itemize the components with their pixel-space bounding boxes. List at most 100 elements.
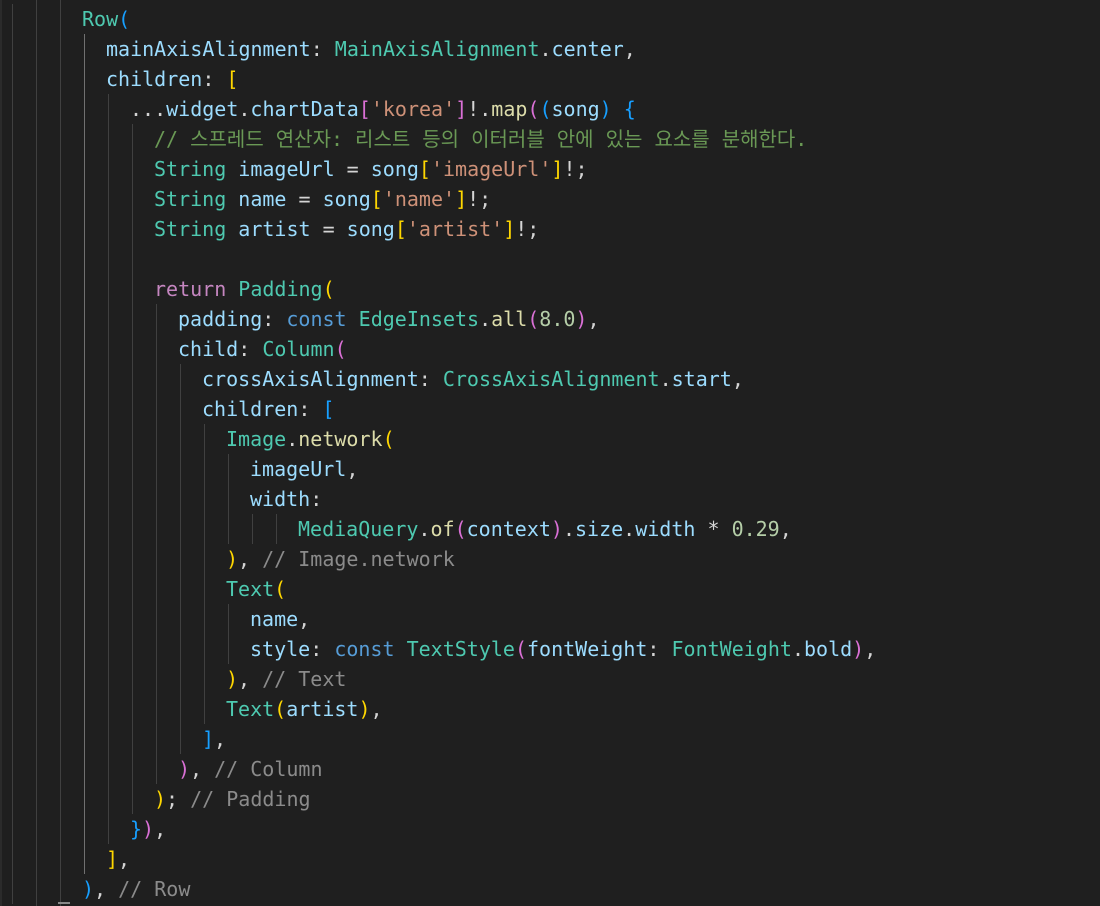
code-token: . — [238, 97, 251, 121]
code-line[interactable]: Text( — [226, 574, 286, 604]
code-line[interactable]: children: [ — [202, 394, 334, 424]
code-line[interactable]: ), // Row — [82, 874, 190, 904]
code-token: ) — [575, 307, 588, 331]
code-token: . — [479, 307, 492, 331]
code-token: . — [623, 517, 636, 541]
code-line[interactable]: ], — [202, 724, 226, 754]
code-line[interactable]: ), // Column — [178, 754, 323, 784]
code-line[interactable]: String name = song['name']!; — [154, 184, 491, 214]
indent-guide-line — [204, 424, 205, 724]
code-line[interactable]: }), — [130, 814, 166, 844]
code-line[interactable]: // 스프레드 연산자: 리스트 등의 이터러블 안에 있는 요소를 분해한다. — [154, 124, 807, 154]
code-token: : — [262, 307, 287, 331]
code-line[interactable]: ], — [106, 844, 130, 874]
code-line[interactable]: width: — [250, 484, 322, 514]
code-line[interactable]: style: const TextStyle(fontWeight: FontW… — [250, 634, 876, 664]
code-token: bold — [803, 637, 853, 661]
code-token: 'name' — [382, 187, 456, 211]
code-token: chartData — [250, 97, 359, 121]
code-line[interactable]: ...widget.chartData['korea']!.map((song)… — [130, 94, 636, 124]
code-token: , — [779, 517, 792, 541]
code-editor[interactable]: Row(mainAxisAlignment: MainAxisAlignment… — [0, 0, 1100, 906]
code-token: : — [418, 367, 443, 391]
code-token: ) — [142, 817, 155, 841]
code-token: mainAxisAlignment — [106, 37, 311, 61]
code-token: ) — [599, 97, 612, 121]
code-token: , — [94, 877, 119, 901]
code-token: // Text — [262, 667, 347, 691]
code-token: = — [334, 157, 371, 181]
code-token: , — [118, 847, 131, 871]
code-token: , — [370, 697, 383, 721]
code-token: name — [238, 187, 287, 211]
code-token: ) — [154, 787, 167, 811]
code-line[interactable]: padding: const EdgeInsets.all(8.0), — [178, 304, 600, 334]
code-token: ( — [334, 337, 347, 361]
code-token: size — [575, 517, 624, 541]
code-line[interactable]: ), // Image.network — [226, 544, 455, 574]
code-token: [ — [322, 397, 335, 421]
code-token: ; — [166, 787, 191, 811]
code-line[interactable]: String artist = song['artist']!; — [154, 214, 539, 244]
code-token: : — [310, 487, 323, 511]
code-token: Padding — [238, 277, 323, 301]
code-token: !; — [515, 217, 540, 241]
code-line[interactable]: MediaQuery.of(context).size.width * 0.29… — [298, 514, 792, 544]
indent-guide-line — [276, 514, 277, 544]
code-token: song — [346, 217, 395, 241]
code-token: ( — [539, 97, 552, 121]
code-token: Image — [226, 427, 287, 451]
code-token: ) — [550, 517, 563, 541]
indent-guide-line — [228, 454, 229, 544]
indent-guide-line — [12, 4, 13, 904]
code-token: all — [491, 307, 528, 331]
code-token: ] — [551, 157, 564, 181]
code-token: : — [298, 397, 323, 421]
code-token: widget — [166, 97, 239, 121]
code-line[interactable]: children: [ — [106, 64, 238, 94]
indent-guide-line — [36, 0, 37, 906]
code-token: * — [695, 517, 732, 541]
code-line[interactable]: ), // Text — [226, 664, 346, 694]
code-token: const — [286, 307, 347, 331]
code-token: song — [322, 187, 371, 211]
code-token: !. — [467, 97, 492, 121]
code-line[interactable]: child: Column( — [178, 334, 347, 364]
code-token: start — [671, 367, 732, 391]
code-line[interactable]: Text(artist), — [226, 694, 383, 724]
code-line[interactable]: ); // Padding — [154, 784, 311, 814]
code-line[interactable]: Image.network( — [226, 424, 395, 454]
indent-guide-line — [84, 34, 85, 874]
indent-guide-line — [132, 124, 133, 814]
editor-gutter-edge — [0, 0, 2, 906]
code-line[interactable]: crossAxisAlignment: CrossAxisAlignment.s… — [202, 364, 744, 394]
code-token: ( — [382, 427, 395, 451]
code-line[interactable]: String imageUrl = song['imageUrl']!; — [154, 154, 588, 184]
code-line[interactable]: mainAxisAlignment: MainAxisAlignment.cen… — [106, 34, 636, 64]
code-token: children — [106, 67, 203, 91]
code-token: MediaQuery — [298, 517, 419, 541]
code-line[interactable]: name, — [250, 604, 310, 634]
code-token: ] — [503, 217, 516, 241]
code-token: String — [154, 157, 227, 181]
code-line[interactable]: return Padding( — [154, 274, 335, 304]
code-token: width — [250, 487, 311, 511]
code-token: network — [298, 427, 383, 451]
code-token: ) — [358, 697, 371, 721]
code-token: [ — [226, 67, 239, 91]
code-token: const — [334, 637, 395, 661]
code-line[interactable]: Row( — [82, 4, 130, 34]
code-token: 'imageUrl' — [430, 157, 552, 181]
code-token: ( — [274, 697, 287, 721]
code-token: Text — [226, 577, 275, 601]
code-token: ( — [514, 637, 527, 661]
code-token: return — [154, 277, 227, 301]
code-token: ) — [82, 877, 95, 901]
code-token: MainAxisAlignment — [334, 37, 540, 61]
code-line[interactable]: imageUrl, — [250, 454, 358, 484]
code-token: // Padding — [190, 787, 311, 811]
